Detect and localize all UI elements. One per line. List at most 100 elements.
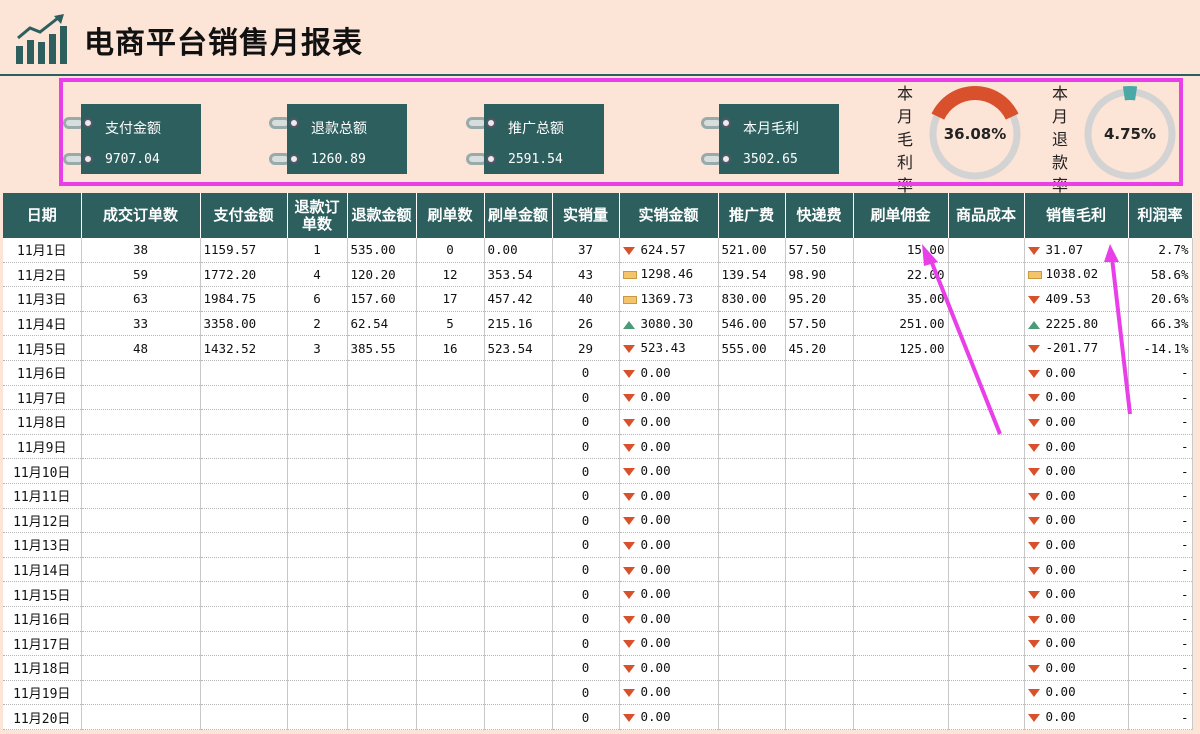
table-cell[interactable] — [287, 581, 348, 607]
table-cell[interactable] — [81, 704, 201, 730]
table-cell[interactable]: 3 — [287, 335, 348, 361]
table-cell[interactable] — [948, 409, 1025, 435]
table-cell[interactable]: 20.6% — [1128, 286, 1193, 312]
table-cell[interactable]: 29 — [552, 335, 620, 361]
table-cell[interactable] — [853, 385, 949, 411]
table-cell[interactable]: 11月15日 — [3, 581, 82, 607]
table-cell[interactable] — [948, 483, 1025, 509]
table-cell[interactable]: 157.60 — [347, 286, 417, 312]
table-cell[interactable]: 0.00 — [619, 434, 719, 460]
table-cell[interactable]: 11月6日 — [3, 360, 82, 386]
table-cell[interactable] — [347, 581, 417, 607]
table-cell[interactable] — [347, 606, 417, 632]
table-cell[interactable]: 12 — [416, 262, 485, 288]
table-cell[interactable] — [287, 458, 348, 484]
table-cell[interactable] — [853, 631, 949, 657]
table-cell[interactable] — [484, 704, 553, 730]
table-cell[interactable]: 2.7% — [1128, 238, 1193, 263]
table-cell[interactable] — [347, 557, 417, 583]
table-cell[interactable]: 11月12日 — [3, 508, 82, 534]
table-cell[interactable]: 0.00 — [1024, 434, 1129, 460]
table-cell[interactable]: 45.20 — [785, 335, 854, 361]
table-cell[interactable]: 830.00 — [718, 286, 786, 312]
table-cell[interactable]: 31.07 — [1024, 238, 1129, 263]
table-cell[interactable] — [347, 655, 417, 681]
table-cell[interactable] — [853, 581, 949, 607]
table-cell[interactable]: 0 — [552, 581, 620, 607]
table-cell[interactable]: 0 — [552, 680, 620, 706]
table-cell[interactable] — [853, 606, 949, 632]
table-cell[interactable] — [200, 631, 288, 657]
table-cell[interactable]: - — [1128, 409, 1193, 435]
table-cell[interactable] — [948, 238, 1025, 263]
table-cell[interactable] — [948, 606, 1025, 632]
table-cell[interactable]: 43 — [552, 262, 620, 288]
table-cell[interactable] — [484, 532, 553, 558]
table-cell[interactable]: 0 — [552, 606, 620, 632]
table-cell[interactable]: 0 — [552, 458, 620, 484]
table-cell[interactable]: 11月10日 — [3, 458, 82, 484]
table-cell[interactable]: 353.54 — [484, 262, 553, 288]
table-cell[interactable]: 40 — [552, 286, 620, 312]
table-cell[interactable]: 16 — [416, 335, 485, 361]
column-header[interactable]: 退款金额 — [347, 193, 417, 238]
table-cell[interactable] — [718, 360, 786, 386]
table-cell[interactable]: 11月16日 — [3, 606, 82, 632]
table-cell[interactable] — [785, 704, 854, 730]
table-cell[interactable] — [81, 631, 201, 657]
table-cell[interactable]: 2225.80 — [1024, 311, 1129, 337]
column-header[interactable]: 快递费 — [785, 193, 854, 238]
table-cell[interactable] — [718, 704, 786, 730]
table-cell[interactable]: 624.57 — [619, 238, 719, 263]
table-cell[interactable] — [484, 631, 553, 657]
table-cell[interactable] — [948, 311, 1025, 337]
table-cell[interactable] — [785, 434, 854, 460]
table-cell[interactable]: - — [1128, 532, 1193, 558]
table-cell[interactable] — [347, 434, 417, 460]
table-cell[interactable] — [948, 508, 1025, 534]
table-cell[interactable]: 66.3% — [1128, 311, 1193, 337]
table-cell[interactable] — [484, 680, 553, 706]
table-cell[interactable] — [484, 606, 553, 632]
table-cell[interactable]: 2 — [287, 311, 348, 337]
table-cell[interactable]: 11月11日 — [3, 483, 82, 509]
table-cell[interactable]: 0 — [552, 631, 620, 657]
table-cell[interactable]: - — [1128, 508, 1193, 534]
table-cell[interactable] — [200, 409, 288, 435]
table-cell[interactable] — [347, 385, 417, 411]
table-cell[interactable]: - — [1128, 360, 1193, 386]
table-cell[interactable] — [853, 680, 949, 706]
table-cell[interactable]: 0 — [552, 557, 620, 583]
table-cell[interactable]: 0.00 — [484, 238, 553, 263]
table-cell[interactable] — [347, 704, 417, 730]
table-cell[interactable] — [287, 704, 348, 730]
table-cell[interactable]: 385.55 — [347, 335, 417, 361]
table-cell[interactable] — [785, 655, 854, 681]
table-cell[interactable]: 0.00 — [1024, 606, 1129, 632]
table-cell[interactable]: 523.54 — [484, 335, 553, 361]
column-header[interactable]: 刷单金额 — [484, 193, 553, 238]
table-cell[interactable] — [416, 581, 485, 607]
table-cell[interactable]: 1984.75 — [200, 286, 288, 312]
table-cell[interactable] — [200, 483, 288, 509]
table-cell[interactable] — [81, 606, 201, 632]
table-cell[interactable] — [416, 409, 485, 435]
table-cell[interactable]: - — [1128, 680, 1193, 706]
table-cell[interactable] — [287, 631, 348, 657]
table-cell[interactable]: 0.00 — [619, 409, 719, 435]
table-cell[interactable] — [718, 434, 786, 460]
table-cell[interactable] — [948, 360, 1025, 386]
table-cell[interactable] — [785, 409, 854, 435]
table-cell[interactable] — [718, 508, 786, 534]
table-cell[interactable] — [81, 581, 201, 607]
table-cell[interactable] — [200, 385, 288, 411]
table-cell[interactable] — [484, 385, 553, 411]
table-cell[interactable] — [484, 483, 553, 509]
table-cell[interactable]: 251.00 — [853, 311, 949, 337]
table-cell[interactable] — [287, 655, 348, 681]
table-cell[interactable] — [785, 581, 854, 607]
table-cell[interactable] — [718, 409, 786, 435]
table-cell[interactable] — [948, 704, 1025, 730]
table-cell[interactable]: -14.1% — [1128, 335, 1193, 361]
table-cell[interactable] — [718, 458, 786, 484]
